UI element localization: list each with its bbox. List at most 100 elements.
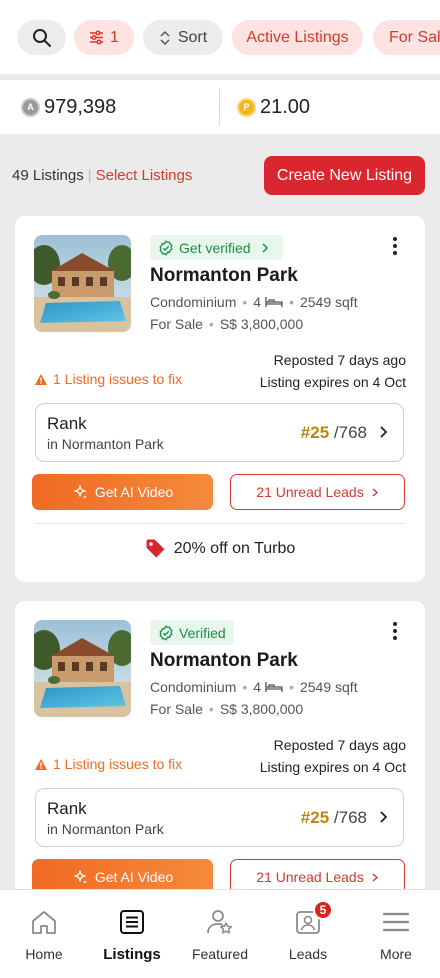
- gold-coin-icon: P: [237, 97, 256, 117]
- listing-title: Normanton Park: [150, 650, 298, 671]
- reposted-text: Reposted 7 days ago: [273, 737, 406, 753]
- verified-badge: Verified: [150, 620, 234, 645]
- reposted-text: Reposted 7 days ago: [273, 352, 406, 368]
- floor-area: 2549 sqft: [299, 679, 358, 695]
- chevron-right-icon: [380, 426, 388, 438]
- listing-price: S$ 3,800,000: [219, 316, 304, 332]
- listing-card[interactable]: Verified Normanton Park Condominium • 4 •…: [15, 601, 425, 901]
- credits-value: 979,398: [44, 95, 117, 118]
- rank-box[interactable]: Rank in Normanton Park #25 /768: [35, 788, 404, 847]
- listing-issues-link[interactable]: 1 Listing issues to fix: [34, 756, 182, 772]
- verified-check-icon: [159, 239, 173, 256]
- warning-icon: [35, 758, 47, 770]
- issues-label: 1 Listing issues to fix: [53, 371, 183, 387]
- listing-specs: Condominium • 4 • 2549 sqft: [150, 294, 358, 310]
- sort-label: Sort: [177, 28, 208, 46]
- bottom-navigation: Home Listings Featured 5 Leads More: [0, 889, 440, 978]
- more-options-icon[interactable]: [387, 619, 403, 643]
- tab-listings[interactable]: Listings: [88, 890, 176, 978]
- price-tag-icon: [146, 539, 165, 558]
- chevron-right-icon: [380, 811, 388, 823]
- property-type: Condominium: [150, 679, 237, 695]
- rank-label: Rank: [47, 799, 87, 818]
- leads-count-badge: 5: [313, 900, 333, 920]
- search-button[interactable]: [17, 20, 66, 55]
- listings-header: 49 Listings | Select Listings Create New L…: [0, 156, 440, 196]
- get-ai-video-button[interactable]: Get AI Video: [32, 474, 213, 510]
- expiry-text: Listing expires on 4 Oct: [259, 759, 406, 775]
- for-sale-chip[interactable]: For Sale: [373, 20, 440, 55]
- badge-label: Verified: [179, 624, 226, 641]
- listing-price: S$ 3,800,000: [219, 701, 304, 717]
- rank-scope: in Normanton Park: [47, 436, 164, 452]
- active-listings-chip[interactable]: Active Listings: [232, 20, 363, 55]
- filter-button[interactable]: 1: [74, 20, 134, 55]
- issues-label: 1 Listing issues to fix: [53, 756, 183, 772]
- rank-position: #25: [300, 423, 330, 442]
- card-divider: [34, 523, 406, 524]
- listing-price-row: For Sale • S$ 3,800,000: [150, 701, 304, 717]
- leads-label: 21 Unread Leads: [256, 869, 364, 885]
- hamburger-menu-icon: [382, 912, 410, 932]
- listing-type: For Sale: [150, 701, 203, 717]
- chevron-right-icon: [372, 872, 378, 882]
- points-balance[interactable]: P 21.00: [237, 80, 310, 134]
- tab-more[interactable]: More: [352, 890, 440, 978]
- listing-title: Normanton Park: [150, 265, 298, 286]
- listing-card[interactable]: Get verified Normanton Park Condominium •…: [15, 216, 425, 582]
- rank-label: Rank: [47, 414, 87, 433]
- balance-bar: A 979,398 P 21.00: [0, 80, 440, 134]
- property-photo[interactable]: [34, 620, 131, 717]
- leads-label: 21 Unread Leads: [256, 484, 364, 500]
- rank-position: #25: [300, 808, 330, 827]
- listings-count: 49 Listings: [12, 167, 84, 184]
- listings-count-row: 49 Listings | Select Listings: [12, 167, 192, 184]
- verified-check-icon: [159, 624, 173, 641]
- home-icon: [32, 911, 56, 934]
- ai-video-label: Get AI Video: [94, 869, 174, 885]
- listing-specs: Condominium • 4 • 2549 sqft: [150, 679, 358, 695]
- credits-balance[interactable]: A 979,398: [21, 80, 116, 134]
- unread-leads-button[interactable]: 21 Unread Leads: [230, 474, 405, 510]
- floor-area: 2549 sqft: [299, 294, 358, 310]
- tab-label: Featured: [191, 946, 249, 962]
- featured-agent-icon: [207, 910, 232, 934]
- promo-text: 20% off on Turbo: [173, 539, 296, 557]
- listing-issues-link[interactable]: 1 Listing issues to fix: [34, 371, 182, 387]
- more-options-icon[interactable]: [387, 234, 403, 258]
- select-listings-link[interactable]: Select Listings: [96, 167, 193, 184]
- warning-icon: [35, 373, 47, 385]
- turbo-promo[interactable]: 20% off on Turbo: [15, 538, 425, 559]
- bed-icon: [265, 297, 283, 307]
- bedroom-count: 4: [253, 679, 262, 695]
- credit-coin-icon: A: [21, 97, 40, 117]
- filter-sliders-icon: [90, 30, 104, 45]
- filter-bar: 1 Sort Active Listings For Sale: [0, 0, 440, 74]
- search-icon: [32, 28, 51, 47]
- listing-type: For Sale: [150, 316, 203, 332]
- active-listings-label: Active Listings: [246, 28, 349, 46]
- tab-leads[interactable]: 5 Leads: [264, 890, 352, 978]
- tab-label: Listings: [103, 946, 161, 963]
- tab-featured[interactable]: Featured: [176, 890, 264, 978]
- get-verified-badge[interactable]: Get verified: [150, 235, 283, 260]
- separator: |: [87, 167, 92, 184]
- points-value: 21.00: [260, 95, 311, 118]
- tab-label: More: [380, 946, 412, 962]
- sparkle-icon: [74, 869, 87, 884]
- chevron-right-icon: [262, 242, 268, 253]
- create-new-listing-button[interactable]: Create New Listing: [264, 156, 425, 195]
- bed-icon: [265, 682, 283, 692]
- sort-button[interactable]: Sort: [143, 20, 223, 55]
- listing-price-row: For Sale • S$ 3,800,000: [150, 316, 304, 332]
- rank-value: #25 /768: [301, 423, 367, 443]
- filter-count: 1: [110, 28, 119, 46]
- rank-box[interactable]: Rank in Normanton Park #25 /768: [35, 403, 404, 462]
- ai-video-label: Get AI Video: [94, 484, 174, 500]
- chevron-right-icon: [372, 487, 378, 497]
- tab-home[interactable]: Home: [0, 890, 88, 978]
- expiry-text: Listing expires on 4 Oct: [259, 374, 406, 390]
- for-sale-label: For Sale: [389, 28, 440, 46]
- property-photo[interactable]: [34, 235, 131, 332]
- rank-total: /768: [333, 423, 367, 442]
